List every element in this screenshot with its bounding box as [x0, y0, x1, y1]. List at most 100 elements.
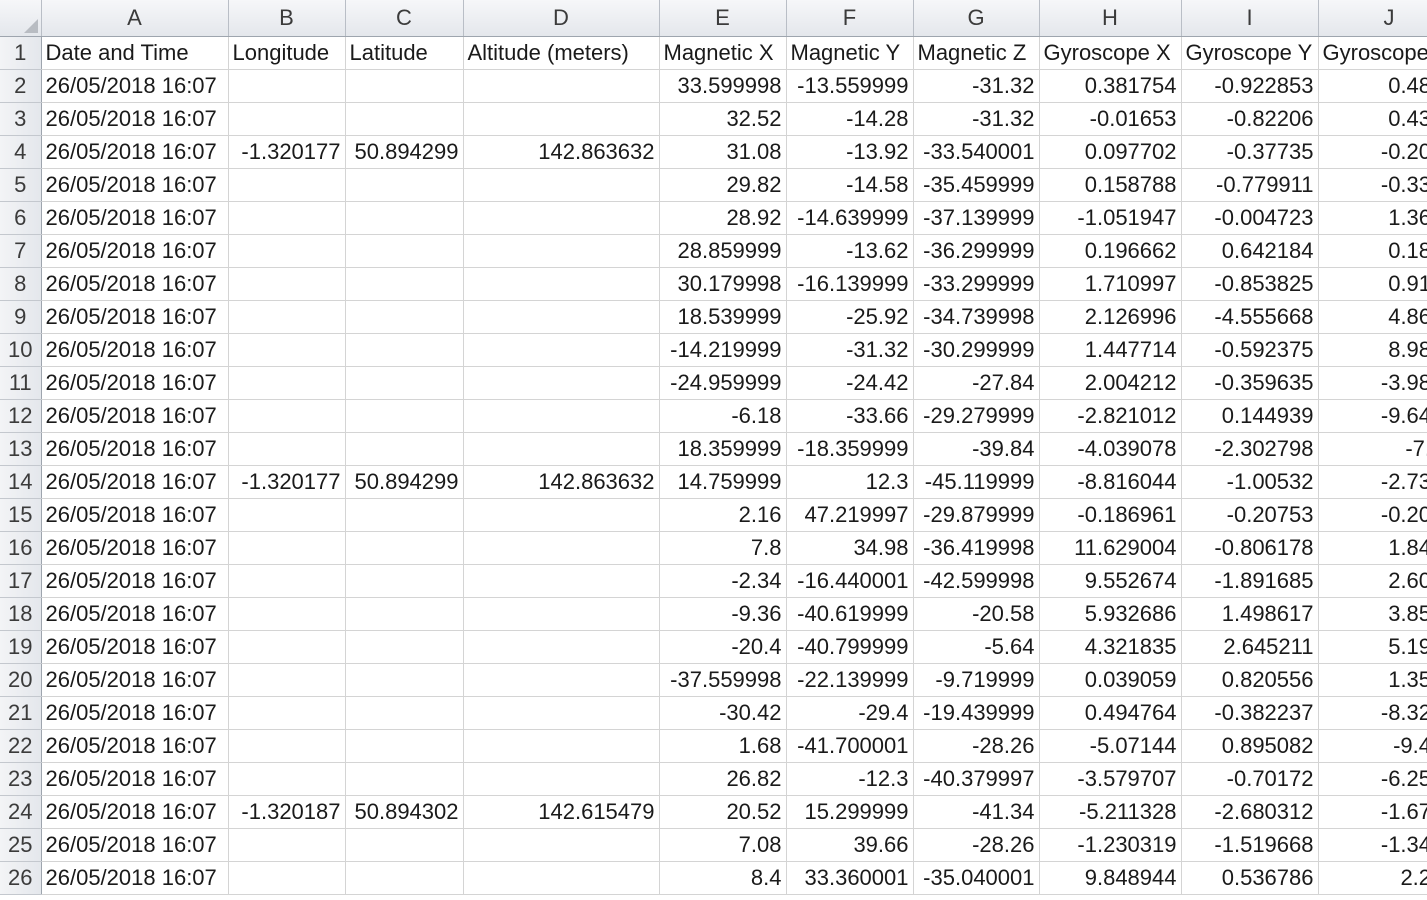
- cell-a-24[interactable]: 26/05/2018 16:07: [41, 795, 229, 829]
- cell-b-12[interactable]: [228, 399, 346, 433]
- cell-i-9[interactable]: -4.555668: [1181, 300, 1319, 334]
- cell-a-17[interactable]: 26/05/2018 16:07: [41, 564, 229, 598]
- cell-c-10[interactable]: [345, 333, 464, 367]
- cell-j-15[interactable]: -0.2063: [1318, 498, 1427, 532]
- cell-h-3[interactable]: -0.01653: [1039, 102, 1182, 136]
- cell-c-25[interactable]: [345, 828, 464, 862]
- cell-g-4[interactable]: -33.540001: [913, 135, 1040, 169]
- cell-c-1[interactable]: Latitude: [345, 36, 464, 70]
- cell-i-16[interactable]: -0.806178: [1181, 531, 1319, 565]
- cell-e-16[interactable]: 7.8: [659, 531, 787, 565]
- cell-j-1[interactable]: Gyroscope: [1318, 36, 1427, 70]
- row-header[interactable]: 14: [0, 465, 42, 499]
- cell-a-19[interactable]: 26/05/2018 16:07: [41, 630, 229, 664]
- cell-i-13[interactable]: -2.302798: [1181, 432, 1319, 466]
- cell-e-13[interactable]: 18.359999: [659, 432, 787, 466]
- cell-a-6[interactable]: 26/05/2018 16:07: [41, 201, 229, 235]
- cell-f-23[interactable]: -12.3: [786, 762, 914, 796]
- cell-d-23[interactable]: [463, 762, 660, 796]
- cell-j-12[interactable]: -9.6436: [1318, 399, 1427, 433]
- cell-e-5[interactable]: 29.82: [659, 168, 787, 202]
- cell-d-1[interactable]: Altitude (meters): [463, 36, 660, 70]
- cell-j-14[interactable]: -2.7310: [1318, 465, 1427, 499]
- cell-g-26[interactable]: -35.040001: [913, 861, 1040, 895]
- cell-j-8[interactable]: 0.9145: [1318, 267, 1427, 301]
- cell-a-23[interactable]: 26/05/2018 16:07: [41, 762, 229, 796]
- cell-h-9[interactable]: 2.126996: [1039, 300, 1182, 334]
- cell-i-22[interactable]: 0.895082: [1181, 729, 1319, 763]
- cell-j-4[interactable]: -0.2039: [1318, 135, 1427, 169]
- cell-e-4[interactable]: 31.08: [659, 135, 787, 169]
- cell-f-16[interactable]: 34.98: [786, 531, 914, 565]
- cell-j-2[interactable]: 0.4875: [1318, 69, 1427, 103]
- cell-g-25[interactable]: -28.26: [913, 828, 1040, 862]
- cell-i-8[interactable]: -0.853825: [1181, 267, 1319, 301]
- select-all-button[interactable]: [0, 0, 42, 37]
- cell-g-22[interactable]: -28.26: [913, 729, 1040, 763]
- cell-d-16[interactable]: [463, 531, 660, 565]
- cell-f-8[interactable]: -16.139999: [786, 267, 914, 301]
- cell-h-10[interactable]: 1.447714: [1039, 333, 1182, 367]
- row-header[interactable]: 21: [0, 696, 42, 730]
- cell-j-11[interactable]: -3.9876: [1318, 366, 1427, 400]
- cell-a-12[interactable]: 26/05/2018 16:07: [41, 399, 229, 433]
- cell-g-17[interactable]: -42.599998: [913, 564, 1040, 598]
- cell-e-12[interactable]: -6.18: [659, 399, 787, 433]
- cell-i-23[interactable]: -0.70172: [1181, 762, 1319, 796]
- cell-c-17[interactable]: [345, 564, 464, 598]
- row-header[interactable]: 23: [0, 762, 42, 796]
- cell-f-6[interactable]: -14.639999: [786, 201, 914, 235]
- cell-d-22[interactable]: [463, 729, 660, 763]
- cell-f-12[interactable]: -33.66: [786, 399, 914, 433]
- cell-j-7[interactable]: 0.1852: [1318, 234, 1427, 268]
- cell-i-12[interactable]: 0.144939: [1181, 399, 1319, 433]
- cell-d-15[interactable]: [463, 498, 660, 532]
- cell-j-20[interactable]: 1.3525: [1318, 663, 1427, 697]
- cell-b-1[interactable]: Longitude: [228, 36, 346, 70]
- cell-f-18[interactable]: -40.619999: [786, 597, 914, 631]
- cell-f-20[interactable]: -22.139999: [786, 663, 914, 697]
- cell-f-15[interactable]: 47.219997: [786, 498, 914, 532]
- cell-b-11[interactable]: [228, 366, 346, 400]
- cell-i-20[interactable]: 0.820556: [1181, 663, 1319, 697]
- cell-h-11[interactable]: 2.004212: [1039, 366, 1182, 400]
- cell-g-8[interactable]: -33.299999: [913, 267, 1040, 301]
- cell-c-14[interactable]: 50.894299: [345, 465, 464, 499]
- cell-d-2[interactable]: [463, 69, 660, 103]
- row-header[interactable]: 20: [0, 663, 42, 697]
- cell-a-10[interactable]: 26/05/2018 16:07: [41, 333, 229, 367]
- cell-d-6[interactable]: [463, 201, 660, 235]
- cell-h-24[interactable]: -5.211328: [1039, 795, 1182, 829]
- cell-e-2[interactable]: 33.599998: [659, 69, 787, 103]
- cell-f-9[interactable]: -25.92: [786, 300, 914, 334]
- cell-a-3[interactable]: 26/05/2018 16:07: [41, 102, 229, 136]
- cell-j-6[interactable]: 1.3696: [1318, 201, 1427, 235]
- cell-j-26[interactable]: 2.208: [1318, 861, 1427, 895]
- cell-e-23[interactable]: 26.82: [659, 762, 787, 796]
- cell-e-6[interactable]: 28.92: [659, 201, 787, 235]
- cell-e-3[interactable]: 32.52: [659, 102, 787, 136]
- cell-d-8[interactable]: [463, 267, 660, 301]
- column-header-b[interactable]: B: [228, 0, 346, 37]
- cell-e-21[interactable]: -30.42: [659, 696, 787, 730]
- cell-c-8[interactable]: [345, 267, 464, 301]
- column-header-d[interactable]: D: [463, 0, 660, 37]
- cell-i-7[interactable]: 0.642184: [1181, 234, 1319, 268]
- cell-e-15[interactable]: 2.16: [659, 498, 787, 532]
- cell-e-8[interactable]: 30.179998: [659, 267, 787, 301]
- cell-f-3[interactable]: -14.28: [786, 102, 914, 136]
- cell-d-18[interactable]: [463, 597, 660, 631]
- row-header[interactable]: 4: [0, 135, 42, 169]
- cell-d-19[interactable]: [463, 630, 660, 664]
- cell-e-19[interactable]: -20.4: [659, 630, 787, 664]
- cell-a-15[interactable]: 26/05/2018 16:07: [41, 498, 229, 532]
- cell-b-6[interactable]: [228, 201, 346, 235]
- column-header-c[interactable]: C: [345, 0, 464, 37]
- row-header[interactable]: 5: [0, 168, 42, 202]
- cell-d-5[interactable]: [463, 168, 660, 202]
- cell-g-10[interactable]: -30.299999: [913, 333, 1040, 367]
- cell-c-23[interactable]: [345, 762, 464, 796]
- cell-g-16[interactable]: -36.419998: [913, 531, 1040, 565]
- cell-c-19[interactable]: [345, 630, 464, 664]
- row-header[interactable]: 1: [0, 36, 42, 70]
